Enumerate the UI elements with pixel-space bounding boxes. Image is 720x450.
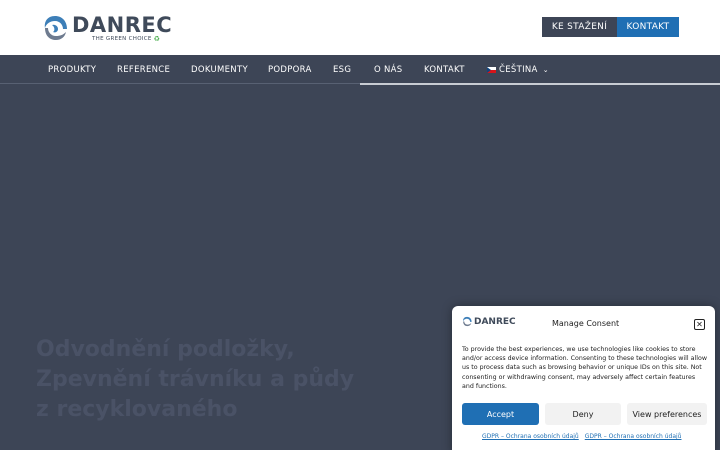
logo-name: DANREC bbox=[72, 12, 173, 37]
deny-button[interactable]: Deny bbox=[545, 403, 621, 425]
consent-title: Manage Consent bbox=[552, 319, 620, 328]
czech-flag-icon bbox=[487, 66, 496, 73]
main-nav: PRODUKTY REFERENCE DOKUMENTY PODPORA ESG… bbox=[0, 55, 720, 84]
chevron-down-icon: ⌄ bbox=[542, 65, 549, 74]
recycle-icon: ♻ bbox=[153, 34, 161, 43]
logo-swirl-icon bbox=[463, 316, 472, 327]
nav-item-produkty[interactable]: PRODUKTY bbox=[48, 55, 96, 84]
danrec-logo[interactable]: DANREC THE GREEN CHOICE ♻ bbox=[42, 12, 172, 44]
view-preferences-button[interactable]: View preferences bbox=[627, 403, 707, 425]
nav-item-kontakt[interactable]: KONTAKT bbox=[424, 55, 465, 84]
consent-logo: DANREC bbox=[462, 316, 516, 327]
consent-text: To provide the best experiences, we use … bbox=[462, 346, 707, 390]
language-label: ČEŠTINA bbox=[499, 64, 538, 75]
nav-item-dokumenty[interactable]: DOKUMENTY bbox=[191, 55, 248, 84]
nav-item-esg[interactable]: ESG bbox=[333, 55, 351, 84]
site-header: DANREC THE GREEN CHOICE ♻ KE STAŽENÍ KON… bbox=[0, 0, 720, 55]
consent-modal: DANREC Manage Consent ✕ To provide the b… bbox=[452, 306, 715, 450]
nav-item-language[interactable]: ČEŠTINA ⌄ bbox=[487, 55, 549, 84]
logo-tagline: THE GREEN CHOICE ♻ bbox=[92, 34, 172, 43]
download-button[interactable]: KE STAŽENÍ bbox=[542, 17, 617, 37]
nav-item-reference[interactable]: REFERENCE bbox=[117, 55, 170, 84]
gdpr-link-2[interactable]: GDPR – Ochrana osobních údajů bbox=[585, 433, 682, 440]
nav-item-podpora[interactable]: PODPORA bbox=[268, 55, 312, 84]
logo-tagline-text: THE GREEN CHOICE bbox=[92, 35, 152, 42]
nav-item-o-nas[interactable]: O NÁS bbox=[374, 55, 402, 84]
accept-button[interactable]: Accept bbox=[462, 403, 539, 425]
contact-button[interactable]: KONTAKT bbox=[617, 17, 679, 37]
logo-swirl-icon bbox=[44, 16, 67, 40]
close-icon[interactable]: ✕ bbox=[694, 319, 705, 330]
consent-logo-name: DANREC bbox=[474, 316, 516, 327]
gdpr-link[interactable]: GDPR – Ochrana osobních údajů bbox=[482, 433, 579, 440]
hero-title: Odvodnění podložky, Zpevnění trávníku a … bbox=[36, 337, 355, 422]
